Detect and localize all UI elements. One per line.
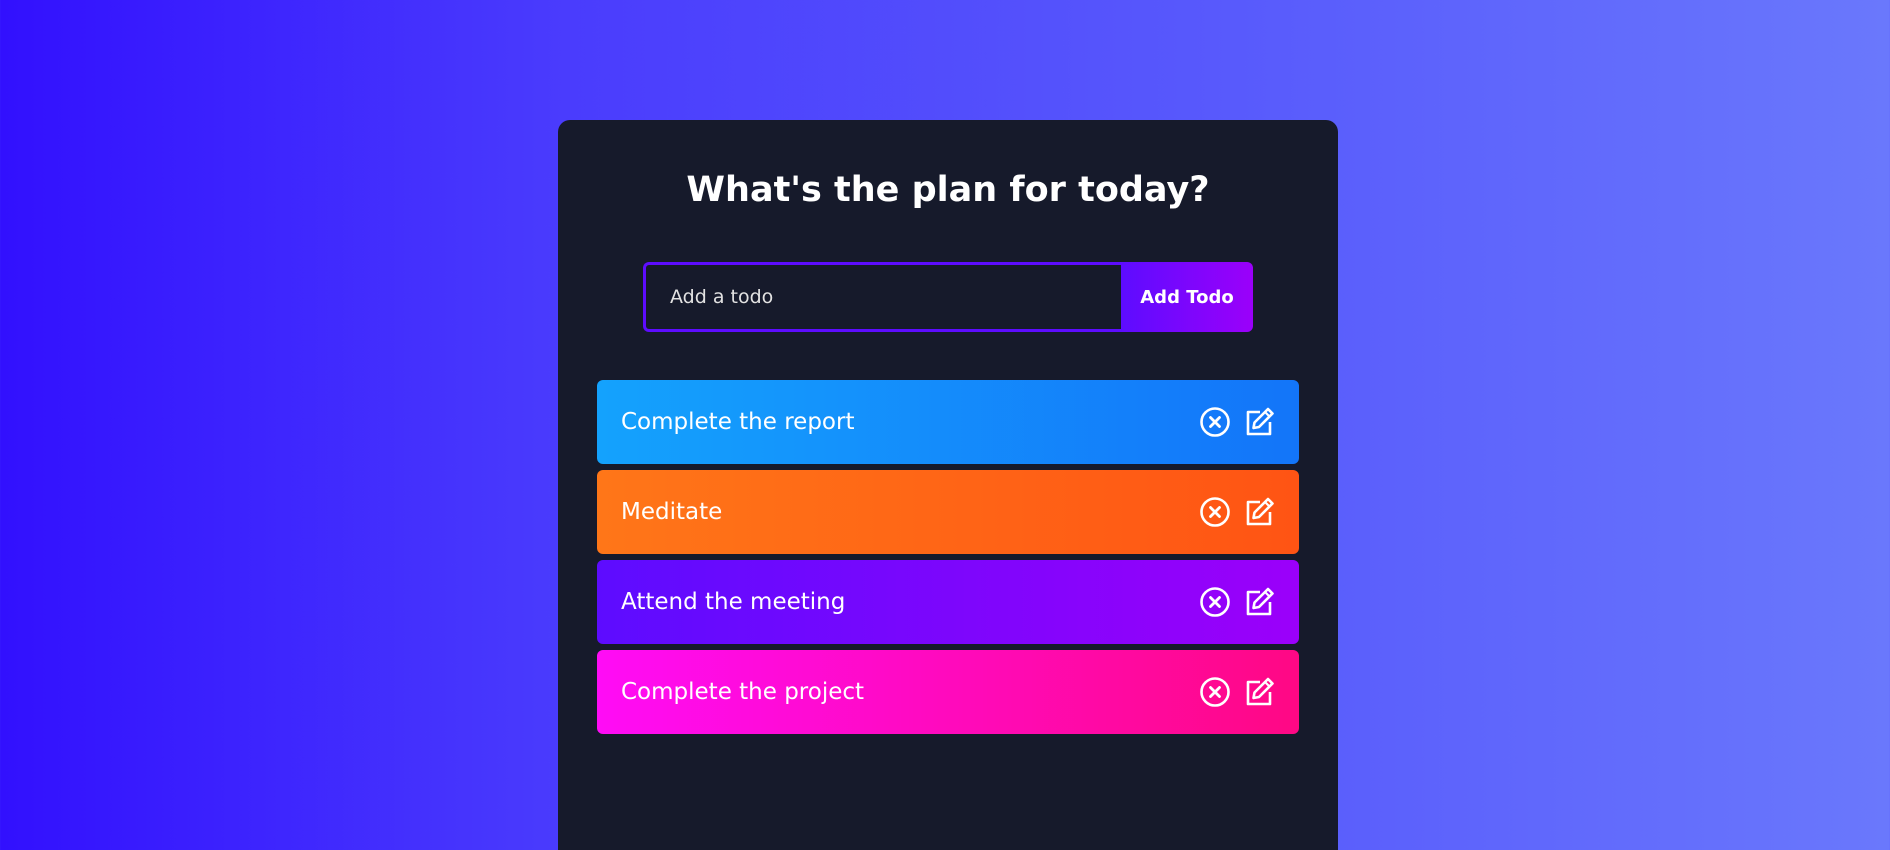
todo-form: Add Todo — [643, 262, 1253, 332]
edit-icon[interactable] — [1243, 496, 1275, 528]
close-circle-icon[interactable] — [1199, 406, 1231, 438]
add-todo-button[interactable]: Add Todo — [1121, 262, 1253, 332]
todo-item-text[interactable]: Meditate — [621, 499, 722, 525]
edit-icon[interactable] — [1243, 676, 1275, 708]
todo-item-actions — [1199, 406, 1275, 438]
todo-item-actions — [1199, 496, 1275, 528]
close-circle-icon[interactable] — [1199, 586, 1231, 618]
todo-item-text[interactable]: Attend the meeting — [621, 589, 845, 615]
todo-item-actions — [1199, 676, 1275, 708]
page-title: What's the plan for today? — [686, 170, 1210, 210]
todo-item-text[interactable]: Complete the report — [621, 409, 854, 435]
todo-list: Complete the report Meditate Attend the … — [597, 380, 1299, 734]
todo-item[interactable]: Meditate — [597, 470, 1299, 554]
todo-item[interactable]: Attend the meeting — [597, 560, 1299, 644]
todo-item[interactable]: Complete the report — [597, 380, 1299, 464]
todo-item-text[interactable]: Complete the project — [621, 679, 864, 705]
close-circle-icon[interactable] — [1199, 496, 1231, 528]
todo-item[interactable]: Complete the project — [597, 650, 1299, 734]
edit-icon[interactable] — [1243, 586, 1275, 618]
todo-item-actions — [1199, 586, 1275, 618]
todo-app-panel: What's the plan for today? Add Todo Comp… — [558, 120, 1338, 850]
todo-input[interactable] — [643, 262, 1121, 332]
edit-icon[interactable] — [1243, 406, 1275, 438]
close-circle-icon[interactable] — [1199, 676, 1231, 708]
